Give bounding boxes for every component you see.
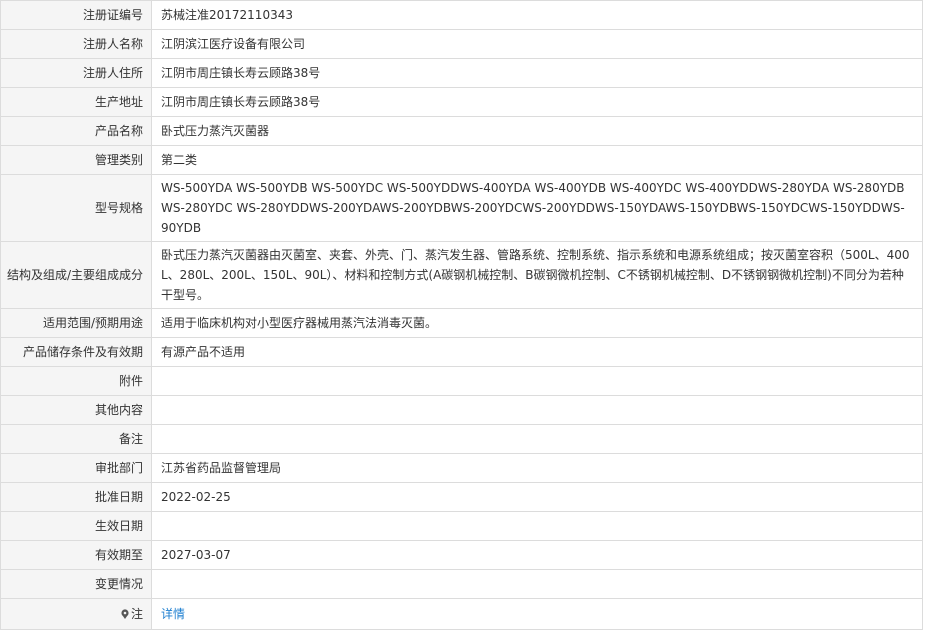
row-valid-until: 有效期至 2027-03-07 [0, 540, 923, 570]
value-model-spec: WS-500YDA WS-500YDB WS-500YDC WS-500YDDW… [151, 174, 923, 242]
label-registrant-address: 注册人住所 [0, 58, 152, 88]
detail-link[interactable]: 详情 [161, 607, 185, 621]
value-other [151, 395, 923, 425]
row-management-class: 管理类别 第二类 [0, 145, 923, 175]
label-structure: 结构及组成/主要组成成分 [0, 241, 152, 309]
value-change-status [151, 569, 923, 599]
value-note: 详情 [151, 598, 923, 630]
row-remarks: 备注 [0, 424, 923, 454]
label-reg-no: 注册证编号 [0, 0, 152, 30]
value-valid-until: 2027-03-07 [151, 540, 923, 570]
label-effective-date: 生效日期 [0, 511, 152, 541]
label-storage: 产品储存条件及有效期 [0, 337, 152, 367]
value-production-address: 江阴市周庄镇长寿云顾路38号 [151, 87, 923, 117]
label-model-spec: 型号规格 [0, 174, 152, 242]
value-scope: 适用于临床机构对小型医疗器械用蒸汽法消毒灭菌。 [151, 308, 923, 338]
row-model-spec: 型号规格 WS-500YDA WS-500YDB WS-500YDC WS-50… [0, 174, 923, 242]
label-approval-date: 批准日期 [0, 482, 152, 512]
label-attachment: 附件 [0, 366, 152, 396]
value-approval-date: 2022-02-25 [151, 482, 923, 512]
row-structure: 结构及组成/主要组成成分 卧式压力蒸汽灭菌器由灭菌室、夹套、外壳、门、蒸汽发生器… [0, 241, 923, 309]
value-product-name: 卧式压力蒸汽灭菌器 [151, 116, 923, 146]
row-storage: 产品储存条件及有效期 有源产品不适用 [0, 337, 923, 367]
label-product-name: 产品名称 [0, 116, 152, 146]
row-other: 其他内容 [0, 395, 923, 425]
value-structure: 卧式压力蒸汽灭菌器由灭菌室、夹套、外壳、门、蒸汽发生器、管路系统、控制系统、指示… [151, 241, 923, 309]
value-remarks [151, 424, 923, 454]
note-label: 注 [130, 607, 143, 621]
registration-detail-table: 注册证编号 苏械注准20172110343 注册人名称 江阴滨江医疗设备有限公司… [0, 0, 923, 630]
row-production-address: 生产地址 江阴市周庄镇长寿云顾路38号 [0, 87, 923, 117]
row-registrant-name: 注册人名称 江阴滨江医疗设备有限公司 [0, 29, 923, 59]
row-product-name: 产品名称 卧式压力蒸汽灭菌器 [0, 116, 923, 146]
row-note: 注 详情 [0, 598, 923, 630]
label-scope: 适用范围/预期用途 [0, 308, 152, 338]
value-registrant-name: 江阴滨江医疗设备有限公司 [151, 29, 923, 59]
label-note: 注 [0, 598, 152, 630]
row-approval-date: 批准日期 2022-02-25 [0, 482, 923, 512]
label-other: 其他内容 [0, 395, 152, 425]
value-management-class: 第二类 [151, 145, 923, 175]
value-attachment [151, 366, 923, 396]
row-reg-no: 注册证编号 苏械注准20172110343 [0, 0, 923, 30]
value-storage: 有源产品不适用 [151, 337, 923, 367]
label-approval-dept: 审批部门 [0, 453, 152, 483]
label-production-address: 生产地址 [0, 87, 152, 117]
row-scope: 适用范围/预期用途 适用于临床机构对小型医疗器械用蒸汽法消毒灭菌。 [0, 308, 923, 338]
row-registrant-address: 注册人住所 江阴市周庄镇长寿云顾路38号 [0, 58, 923, 88]
label-valid-until: 有效期至 [0, 540, 152, 570]
label-change-status: 变更情况 [0, 569, 152, 599]
value-reg-no: 苏械注准20172110343 [151, 0, 923, 30]
row-change-status: 变更情况 [0, 569, 923, 599]
row-approval-dept: 审批部门 江苏省药品监督管理局 [0, 453, 923, 483]
label-remarks: 备注 [0, 424, 152, 454]
location-pin-icon [120, 605, 130, 619]
value-approval-dept: 江苏省药品监督管理局 [151, 453, 923, 483]
value-registrant-address: 江阴市周庄镇长寿云顾路38号 [151, 58, 923, 88]
row-attachment: 附件 [0, 366, 923, 396]
label-registrant-name: 注册人名称 [0, 29, 152, 59]
label-management-class: 管理类别 [0, 145, 152, 175]
value-effective-date [151, 511, 923, 541]
row-effective-date: 生效日期 [0, 511, 923, 541]
